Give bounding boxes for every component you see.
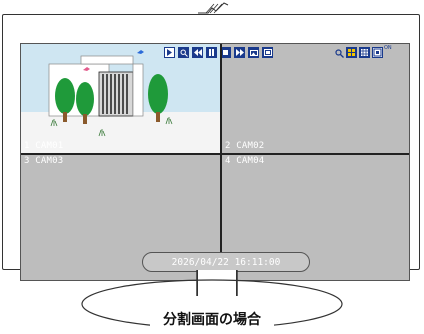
layout-single-icon[interactable] [372, 47, 383, 58]
cam03-label: 3 CAM03 [24, 156, 64, 166]
rewind-icon[interactable] [192, 47, 203, 58]
monitor: ON 1 CAM01 2 CAM02 3 CAM03 4 CAM04 2026/… [2, 14, 420, 281]
cam01-label: 1 CAM01 [24, 141, 64, 151]
pause-icon[interactable] [206, 47, 217, 58]
cam01-view[interactable] [21, 44, 220, 153]
grid-4-icon[interactable] [346, 47, 357, 58]
zoom-icon[interactable] [334, 48, 344, 58]
horizontal-divider [21, 153, 409, 155]
zoom-search-icon[interactable] [178, 47, 189, 58]
cam04-label: 4 CAM04 [225, 156, 265, 166]
cam02-label: 2 CAM02 [225, 141, 265, 151]
snapshot-icon[interactable] [248, 47, 259, 58]
clip-icon[interactable] [262, 47, 273, 58]
stop-icon[interactable] [220, 47, 231, 58]
timestamp-display: 2026/04/22 16:11:00 [142, 252, 310, 272]
vertical-divider [220, 44, 222, 280]
play-icon[interactable] [164, 47, 175, 58]
layout-badge: ON [384, 45, 392, 51]
hand-touch-icon [198, 2, 229, 14]
split-screen: ON 1 CAM01 2 CAM02 3 CAM03 4 CAM04 2026/… [20, 43, 410, 281]
caption: 分割画面の場合 [163, 312, 261, 328]
grid-9-icon[interactable] [359, 47, 370, 58]
fast-forward-icon[interactable] [234, 47, 245, 58]
